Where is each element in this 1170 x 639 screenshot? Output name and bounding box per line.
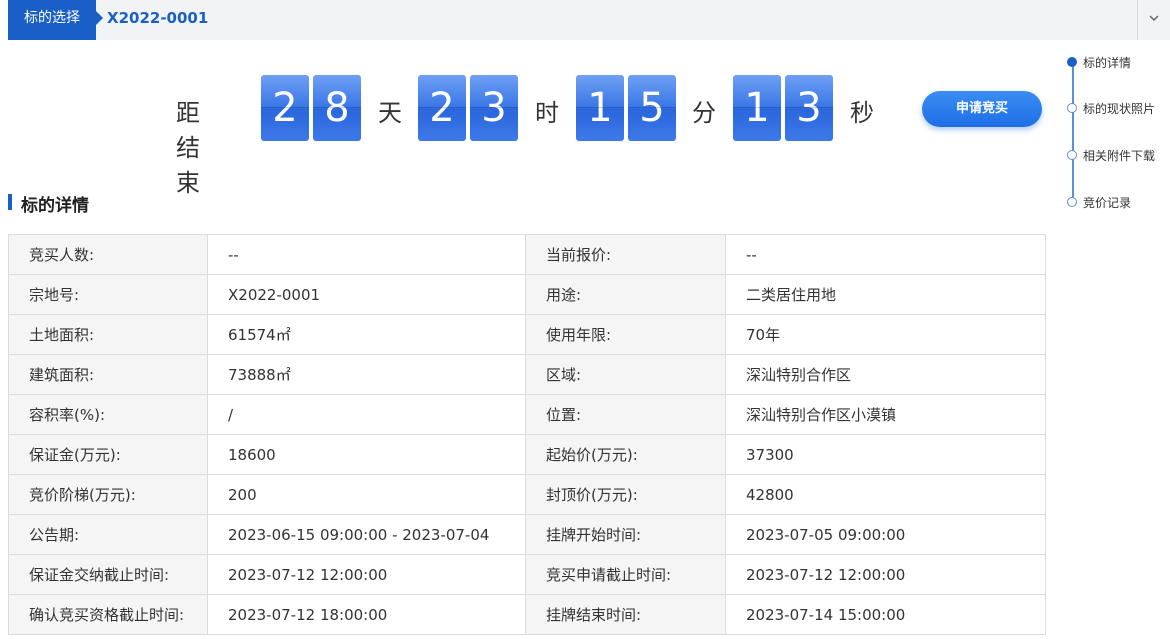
field-label: 竞买人数: xyxy=(8,234,208,275)
table-row: 土地面积: 61574㎡ 使用年限: 70年 xyxy=(8,314,1046,355)
field-value: 18600 xyxy=(207,434,526,475)
table-row: 确认竞买资格截止时间: 2023-07-12 18:00:00 挂牌结束时间: … xyxy=(8,594,1046,635)
top-bar: 标的选择 X2022-0001 xyxy=(8,0,1170,40)
field-label: 竞价阶梯(万元): xyxy=(8,474,208,515)
field-label: 土地面积: xyxy=(8,314,208,355)
table-row: 宗地号: X2022-0001 用途: 二类居住用地 xyxy=(8,274,1046,315)
table-row: 公告期: 2023-06-15 09:00:00 - 2023-07-04 挂牌… xyxy=(8,514,1046,555)
minutes-digit: 5 xyxy=(628,75,676,141)
nav-timeline-line xyxy=(1072,62,1074,202)
field-label: 确认竞买资格截止时间: xyxy=(8,594,208,635)
field-label: 用途: xyxy=(525,274,726,315)
field-value: 2023-06-15 09:00:00 - 2023-07-04 xyxy=(207,514,526,555)
days-digit: 2 xyxy=(261,75,309,141)
nav-item-label: 竞价记录 xyxy=(1083,196,1132,210)
breadcrumb-current: X2022-0001 xyxy=(107,9,209,27)
details-table: 竞买人数: -- 当前报价: -- 宗地号: X2022-0001 用途: 二类… xyxy=(8,234,1046,635)
field-label: 保证金(万元): xyxy=(8,434,208,475)
field-value: X2022-0001 xyxy=(207,274,526,315)
minutes-unit: 分 xyxy=(692,99,716,127)
field-value: -- xyxy=(725,234,1046,275)
seconds-unit: 秒 xyxy=(850,99,874,127)
field-value: 2023-07-14 15:00:00 xyxy=(725,594,1046,635)
table-row: 容积率(%): / 位置: 深汕特别合作区小漠镇 xyxy=(8,394,1046,435)
nav-item-label: 标的现状照片 xyxy=(1083,102,1156,116)
field-label: 竞买申请截止时间: xyxy=(525,554,726,595)
table-row: 竞买人数: -- 当前报价: -- xyxy=(8,234,1046,275)
breadcrumb-tab[interactable]: 标的选择 xyxy=(8,0,103,40)
nav-dot-icon xyxy=(1067,57,1077,67)
countdown-prefix: 距结束 xyxy=(176,99,200,197)
field-value: 2023-07-12 18:00:00 xyxy=(207,594,526,635)
field-label: 区域: xyxy=(525,354,726,395)
field-label: 挂牌开始时间: xyxy=(525,514,726,555)
nav-item-bid-records[interactable]: 竞价记录 xyxy=(1060,192,1170,212)
nav-item-label: 标的详情 xyxy=(1083,56,1132,70)
hours-digit: 3 xyxy=(470,75,518,141)
field-label: 使用年限: xyxy=(525,314,726,355)
seconds-digit: 1 xyxy=(733,75,781,141)
nav-item-details[interactable]: 标的详情 xyxy=(1060,52,1170,72)
table-row: 竞价阶梯(万元): 200 封顶价(万元): 42800 xyxy=(8,474,1046,515)
field-label: 挂牌结束时间: xyxy=(525,594,726,635)
nav-dot-icon xyxy=(1067,103,1077,113)
table-row: 建筑面积: 73888㎡ 区域: 深汕特别合作区 xyxy=(8,354,1046,395)
table-row: 保证金交纳截止时间: 2023-07-12 12:00:00 竞买申请截止时间:… xyxy=(8,554,1046,595)
field-value: 2023-07-05 09:00:00 xyxy=(725,514,1046,555)
field-value: 42800 xyxy=(725,474,1046,515)
field-value: 61574㎡ xyxy=(207,314,526,355)
days-unit: 天 xyxy=(378,99,402,127)
field-label: 封顶价(万元): xyxy=(525,474,726,515)
nav-dot-icon xyxy=(1067,197,1077,207)
field-label: 宗地号: xyxy=(8,274,208,315)
field-value: 200 xyxy=(207,474,526,515)
section-accent-bar xyxy=(8,194,12,210)
nav-item-label: 相关附件下载 xyxy=(1083,149,1156,163)
field-value: -- xyxy=(207,234,526,275)
field-value: 37300 xyxy=(725,434,1046,475)
field-label: 当前报价: xyxy=(525,234,726,275)
nav-item-photos[interactable]: 标的现状照片 xyxy=(1060,98,1170,118)
minutes-digit: 1 xyxy=(576,75,624,141)
field-label: 容积率(%): xyxy=(8,394,208,435)
chevron-down-icon xyxy=(1149,15,1159,22)
field-value: 二类居住用地 xyxy=(725,274,1046,315)
days-digit: 8 xyxy=(313,75,361,141)
field-value: / xyxy=(207,394,526,435)
apply-bid-button[interactable]: 申请竞买 xyxy=(922,91,1042,127)
field-value: 深汕特别合作区 xyxy=(725,354,1046,395)
field-value: 73888㎡ xyxy=(207,354,526,395)
seconds-digit: 3 xyxy=(785,75,833,141)
field-value: 2023-07-12 12:00:00 xyxy=(725,554,1046,595)
hours-unit: 时 xyxy=(535,99,559,127)
collapse-button[interactable] xyxy=(1137,0,1170,40)
field-value: 70年 xyxy=(725,314,1046,355)
field-value: 深汕特别合作区小漠镇 xyxy=(725,394,1046,435)
field-label: 建筑面积: xyxy=(8,354,208,395)
field-label: 公告期: xyxy=(8,514,208,555)
section-title: 标的详情 xyxy=(21,196,89,216)
nav-item-attachments[interactable]: 相关附件下载 xyxy=(1060,145,1170,165)
field-label: 位置: xyxy=(525,394,726,435)
hours-digit: 2 xyxy=(418,75,466,141)
field-label: 保证金交纳截止时间: xyxy=(8,554,208,595)
field-label: 起始价(万元): xyxy=(525,434,726,475)
nav-dot-icon xyxy=(1067,150,1077,160)
table-row: 保证金(万元): 18600 起始价(万元): 37300 xyxy=(8,434,1046,475)
field-value: 2023-07-12 12:00:00 xyxy=(207,554,526,595)
